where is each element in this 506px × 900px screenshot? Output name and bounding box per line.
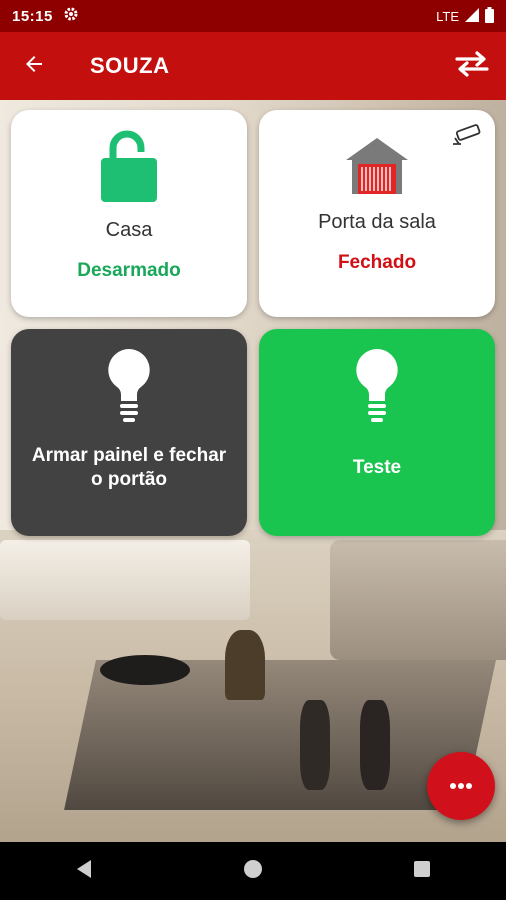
system-nav-bar: [0, 842, 506, 900]
tile-porta-da-sala[interactable]: Porta da sala Fechado: [259, 110, 495, 317]
lock-open-icon: [99, 128, 159, 209]
gear-icon: [63, 6, 79, 26]
nav-recents-icon: [413, 860, 431, 883]
tile-name: Casa: [105, 219, 153, 241]
signal-icon: [465, 7, 479, 25]
arrow-left-icon: [22, 52, 46, 81]
nav-home-button[interactable]: [223, 842, 283, 900]
main-content: Casa Desarmado Porta da sala Fechado Arm…: [0, 100, 506, 842]
status-time: 15:15: [12, 7, 53, 25]
tile-label: Teste: [352, 457, 402, 478]
back-button[interactable]: [0, 32, 68, 100]
status-bar: 15:15 LTE: [0, 0, 506, 32]
lightbulb-icon: [106, 347, 152, 430]
camera-icon[interactable]: [451, 124, 483, 155]
tile-status: Fechado: [337, 252, 417, 273]
page-title: SOUZA: [90, 53, 170, 78]
tile-scene-armar-painel[interactable]: Armar painel e fechar o portão: [11, 329, 247, 536]
network-label: LTE: [436, 8, 459, 24]
app-bar: SOUZA: [0, 32, 506, 100]
more-options-button[interactable]: [427, 752, 495, 820]
more-horizontal-icon: [449, 777, 473, 795]
tile-status: Desarmado: [77, 260, 181, 281]
tile-casa[interactable]: Casa Desarmado: [11, 110, 247, 317]
battery-icon: [485, 6, 494, 26]
lightbulb-icon: [354, 347, 400, 430]
nav-recents-button[interactable]: [392, 842, 452, 900]
garage-icon: [344, 136, 410, 201]
tile-label: Armar painel e fechar o portão: [31, 445, 227, 490]
tile-scene-teste[interactable]: Teste: [259, 329, 495, 536]
nav-home-icon: [243, 859, 263, 884]
tile-name: Porta da sala: [318, 211, 436, 233]
nav-back-button[interactable]: [54, 842, 114, 900]
nav-back-icon: [75, 859, 93, 884]
switch-account-button[interactable]: [438, 32, 506, 100]
swap-icon: [455, 50, 489, 82]
